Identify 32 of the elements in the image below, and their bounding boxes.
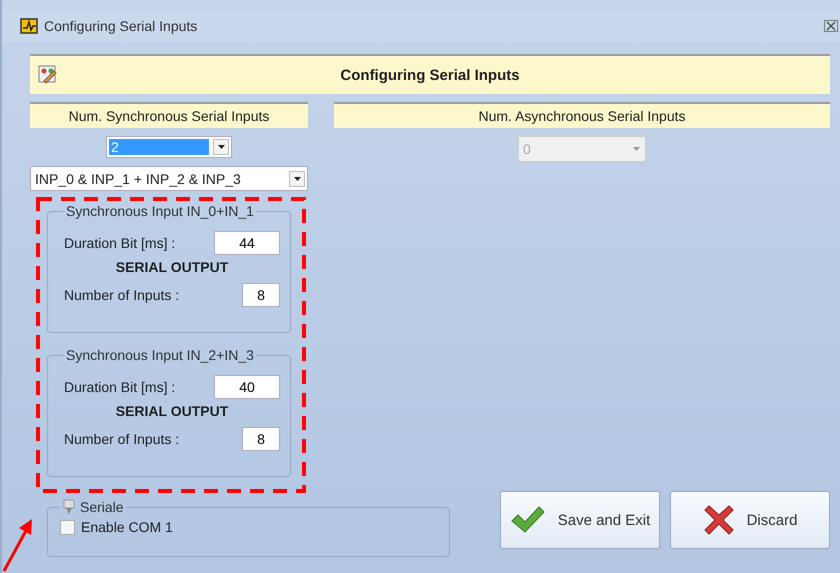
close-icon [824,20,838,32]
discard-button[interactable]: Discard [670,491,830,549]
connector-icon [62,499,76,515]
group-title: Synchronous Input IN_2+IN_3 [65,347,255,363]
close-button[interactable] [824,20,838,32]
field-label: Number of Inputs : [64,431,180,447]
window-title: Configuring Serial Inputs [44,18,198,34]
field-label: Duration Bit [ms] : [64,235,176,251]
caret-icon [218,145,224,149]
header-title: Configuring Serial Inputs [340,66,520,84]
input-field[interactable]: 8 [242,283,280,307]
caret-icon [632,147,640,151]
column-header: Num. Asynchronous Serial Inputs [334,102,830,128]
cross-icon [702,504,735,536]
group-title: Synchronous Input IN_0+IN_1 [65,203,255,219]
field-label: Duration Bit [ms] : [64,379,176,395]
checkbox[interactable] [60,520,75,534]
input-field[interactable]: 40 [214,375,280,399]
input-field[interactable]: 44 [214,231,280,255]
input-field[interactable]: 8 [242,427,280,451]
column-header: Num. Synchronous Serial Inputs [30,102,308,128]
group-title: Seriale [80,499,124,515]
field-label: Number of Inputs : [64,287,180,303]
caret-icon [294,176,300,180]
checkmark-icon [510,505,546,535]
save-button[interactable]: Save and Exit [500,491,660,549]
edit-icon [38,65,58,85]
checkbox-label: Enable COM 1 [81,519,173,535]
section-title: SERIAL OUTPUT [114,259,230,275]
section-title: SERIAL OUTPUT [114,403,230,419]
dropdown[interactable]: INP_0 & INP_1 + INP_2 & INP_3 [30,166,308,191]
chart-icon [20,18,38,34]
